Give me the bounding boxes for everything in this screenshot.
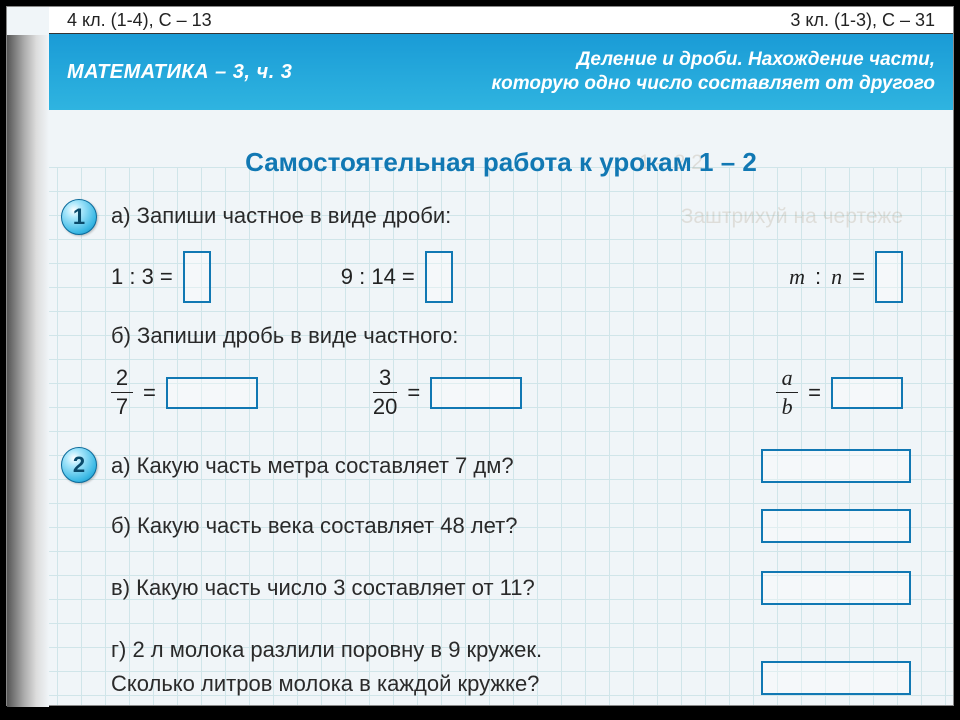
grid-paper xyxy=(49,167,953,705)
topic-title: Деление и дроби. Нахождение части, котор… xyxy=(492,48,935,96)
top-meta-bar: 4 кл. (1-4), С – 13 3 кл. (1-3), С – 31 xyxy=(49,7,953,34)
page-content: 4 кл. (1-4), С – 13 3 кл. (1-3), С – 31 … xyxy=(49,7,953,705)
task-marker-1: 1 xyxy=(61,199,97,235)
frac-a-b: ab = xyxy=(776,367,903,418)
answer-box[interactable] xyxy=(430,377,522,409)
topic-line2: которую одно число составляет от другого xyxy=(492,72,935,96)
task2d-line1: г) 2 л молока разлили поровну в 9 кружек… xyxy=(111,637,933,663)
task2d-line2: Сколько литров молока в каждой кружке? xyxy=(111,671,933,697)
meta-left: 4 кл. (1-4), С – 13 xyxy=(67,10,212,31)
frac-2-7: 27 = xyxy=(111,367,258,418)
eq-1-3: 1 : 3 = xyxy=(111,251,211,303)
eq-9-14: 9 : 14 = xyxy=(341,251,453,303)
answer-box[interactable] xyxy=(761,449,911,483)
page: 4 кл. (1-4), С – 13 3 кл. (1-3), С – 31 … xyxy=(6,6,954,706)
answer-box[interactable] xyxy=(875,251,903,303)
task-marker-2: 2 xyxy=(61,447,97,483)
meta-right: 3 кл. (1-3), С – 31 xyxy=(790,10,935,31)
answer-box[interactable] xyxy=(831,377,903,409)
answer-box[interactable] xyxy=(166,377,258,409)
answer-box[interactable] xyxy=(761,509,911,543)
subject-title: МАТЕМАТИКА – 3, ч. 3 xyxy=(67,61,292,84)
task1a-row: 1 : 3 = 9 : 14 = m : n = xyxy=(111,251,933,303)
task1b-label: б) Запиши дробь в виде частного: xyxy=(111,323,933,349)
frac-3-20: 320 = xyxy=(373,367,522,418)
subject-banner: МАТЕМАТИКА – 3, ч. 3 Деление и дроби. На… xyxy=(49,34,953,110)
task1a-label: а) Запиши частное в виде дроби: xyxy=(111,203,933,229)
book-spine xyxy=(7,35,49,707)
answer-box[interactable] xyxy=(761,571,911,605)
worksheet-title: Самостоятельная работа к урокам 1 – 2 xyxy=(49,147,953,178)
answer-box[interactable] xyxy=(425,251,453,303)
answer-box[interactable] xyxy=(183,251,211,303)
task2c: в) Какую часть число 3 составляет от 11? xyxy=(111,575,933,601)
task2b: б) Какую часть века составляет 48 лет? xyxy=(111,513,933,539)
task1b-row: 27 = 320 = ab = xyxy=(111,367,933,418)
task2a: а) Какую часть метра составляет 7 дм? xyxy=(111,453,933,479)
topic-line1: Деление и дроби. Нахождение части, xyxy=(492,48,935,72)
eq-m-n: m : n = xyxy=(789,251,903,303)
